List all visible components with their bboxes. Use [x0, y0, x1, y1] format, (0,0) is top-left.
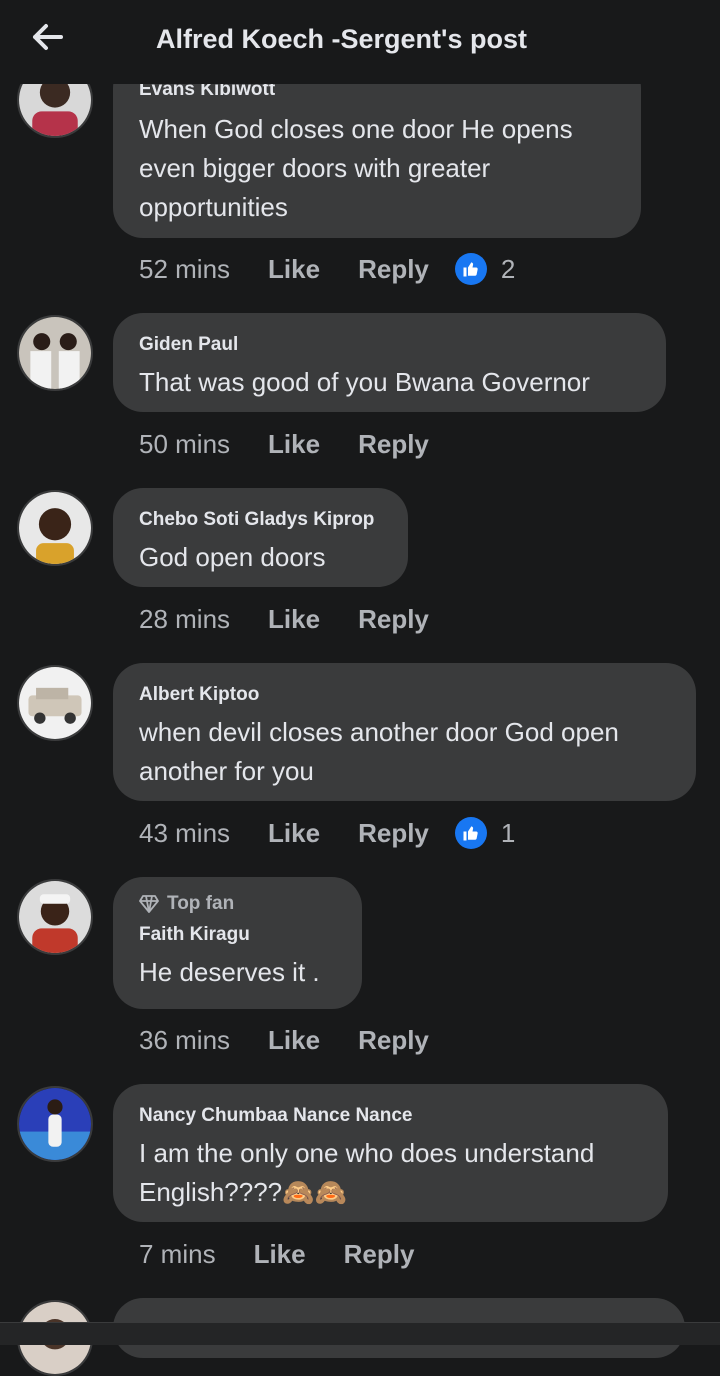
avatar[interactable] [17, 879, 93, 955]
comment-time[interactable]: 36 mins [139, 1025, 230, 1056]
commenter-name[interactable]: Giden Paul [139, 333, 640, 357]
reply-button[interactable]: Reply [358, 604, 429, 635]
comment-line: English????🙈🙈 [139, 1177, 347, 1207]
comment-line: God open doors [139, 542, 326, 572]
like-button[interactable]: Like [268, 254, 320, 285]
page-title: Alfred Koech -Sergent's post [156, 24, 527, 54]
comment-text: when devil closes another door God open … [139, 713, 670, 791]
comment-time[interactable]: 52 mins [139, 254, 230, 285]
comment-time[interactable]: 7 mins [139, 1239, 216, 1270]
diamond-icon [139, 895, 159, 913]
like-button[interactable]: Like [254, 1239, 306, 1270]
commenter-name[interactable]: Albert Kiptoo [139, 683, 670, 707]
comment-bubble[interactable]: Nancy Chumbaa Nance Nance I am the only … [113, 1084, 668, 1222]
comment-line: opportunities [139, 192, 288, 222]
reaction-summary[interactable]: 2 [454, 253, 516, 285]
top-app-bar: Alfred Koech -Sergent's post [0, 0, 720, 84]
comment-bubble[interactable]: Top fan Faith Kiragu He deserves it . [113, 877, 362, 1009]
comment-bubble[interactable]: Evans Kibiwott When God closes one door … [113, 58, 641, 238]
top-fan-badge: Top fan [139, 893, 336, 915]
comment-time[interactable]: 28 mins [139, 604, 230, 635]
comment-text: He deserves it . [139, 953, 336, 992]
comment-line: another for you [139, 756, 314, 786]
reply-button[interactable]: Reply [358, 1025, 429, 1056]
comments-feed: Evans Kibiwott When God closes one door … [0, 0, 720, 1376]
comment-bubble[interactable]: Chebo Soti Gladys Kiprop God open doors [113, 488, 408, 587]
comment-line: when devil closes another door God open [139, 717, 619, 747]
commenter-name[interactable]: Chebo Soti Gladys Kiprop [139, 508, 382, 532]
comment-time[interactable]: 43 mins [139, 818, 230, 849]
reply-button[interactable]: Reply [358, 818, 429, 849]
comment-actions: 52 mins Like Reply 2 [139, 252, 515, 286]
like-button[interactable]: Like [268, 429, 320, 460]
comment-text: When God closes one door He opens even b… [139, 110, 615, 227]
commenter-name[interactable]: Nancy Chumbaa Nance Nance [139, 1104, 642, 1128]
comment-composer-bar[interactable] [0, 1322, 720, 1345]
like-button[interactable]: Like [268, 604, 320, 635]
avatar[interactable] [17, 1086, 93, 1162]
comment-line: I am the only one who does understand [139, 1138, 595, 1168]
thumbs-up-icon [454, 253, 487, 285]
comment-text: God open doors [139, 538, 382, 577]
comment-line: When God closes one door He opens [139, 114, 573, 144]
reaction-count: 1 [500, 817, 516, 848]
comment-time[interactable]: 50 mins [139, 429, 230, 460]
reply-button[interactable]: Reply [358, 254, 429, 285]
comment-actions: 28 mins Like Reply [139, 602, 429, 636]
comment-bubble[interactable]: Albert Kiptoo when devil closes another … [113, 663, 696, 801]
reaction-count: 2 [500, 253, 516, 284]
avatar[interactable] [17, 315, 93, 391]
thumbs-up-icon [454, 817, 487, 849]
comment-bubble[interactable]: Giden Paul That was good of you Bwana Go… [113, 313, 666, 412]
comment-actions: 36 mins Like Reply [139, 1023, 429, 1057]
comment-actions: 7 mins Like Reply [139, 1237, 414, 1271]
commenter-name[interactable]: Faith Kiragu [139, 923, 336, 947]
comment-line: He deserves it . [139, 957, 320, 987]
arrow-left-icon [33, 24, 63, 50]
reaction-summary[interactable]: 1 [454, 817, 516, 849]
comment-text: I am the only one who does understand En… [139, 1134, 642, 1212]
comment-actions: 43 mins Like Reply 1 [139, 816, 515, 850]
comment-line: That was good of you Bwana Governor [139, 367, 590, 397]
avatar[interactable] [17, 665, 93, 741]
like-button[interactable]: Like [268, 1025, 320, 1056]
avatar[interactable] [17, 490, 93, 566]
back-button[interactable] [28, 20, 68, 54]
top-fan-label: Top fan [167, 893, 235, 914]
comment-actions: 50 mins Like Reply [139, 427, 429, 461]
reply-button[interactable]: Reply [358, 429, 429, 460]
like-button[interactable]: Like [268, 818, 320, 849]
reply-button[interactable]: Reply [344, 1239, 415, 1270]
comment-line: even bigger doors with greater [139, 153, 491, 183]
comment-text: That was good of you Bwana Governor [139, 363, 640, 402]
